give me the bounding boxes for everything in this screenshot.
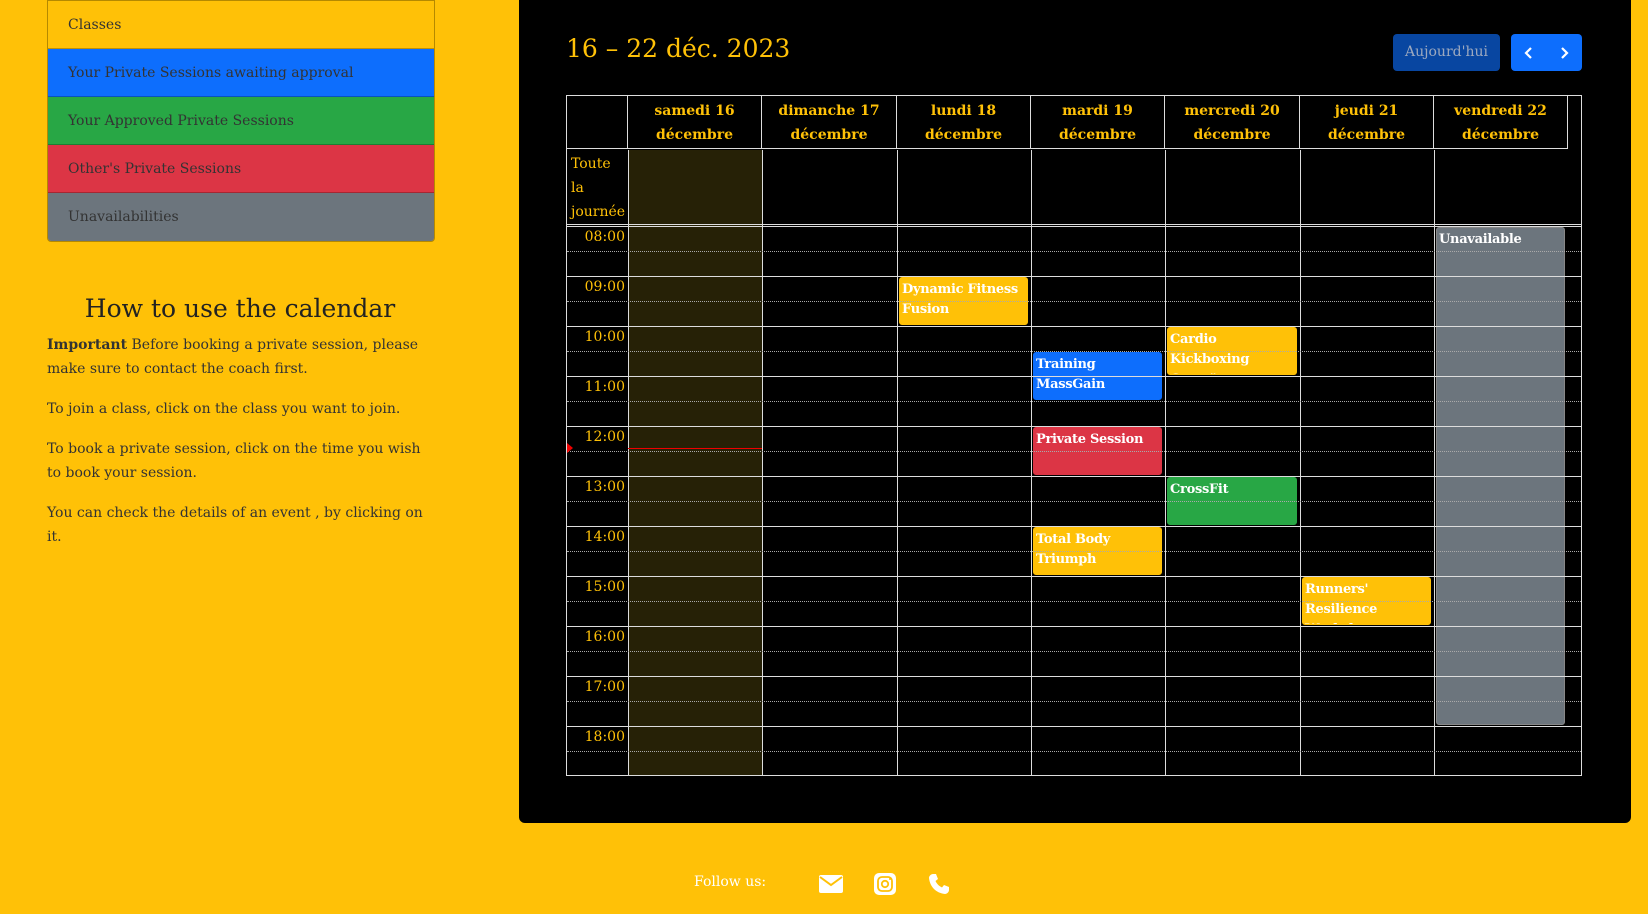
next-week-button[interactable] <box>1547 34 1583 71</box>
today-button[interactable]: Aujourd'hui <box>1393 34 1500 71</box>
howto-book-session: To book a private session, click on the … <box>47 441 421 481</box>
howto-section: How to use the calendar Important Before… <box>47 290 433 565</box>
day-header: jeudi 21 décembre <box>1300 96 1434 149</box>
time-label: 15:00 <box>584 579 625 595</box>
all-day-divider <box>567 224 1581 225</box>
half-hour-line <box>567 651 1581 652</box>
hour-line <box>567 726 1581 727</box>
hour-line <box>567 626 1581 627</box>
week-grid: samedi 16 décembre dimanche 17 décembre … <box>566 95 1582 776</box>
follow-us-label: Follow us: <box>694 874 767 890</box>
half-hour-line <box>567 451 1581 452</box>
instagram-icon[interactable] <box>872 872 898 896</box>
hour-line <box>567 576 1581 577</box>
day-header: mardi 19 décembre <box>1031 96 1165 149</box>
legend-item-unavailabilities: Unavailabilities <box>48 193 434 241</box>
time-label: 10:00 <box>584 329 625 345</box>
time-label: 14:00 <box>584 529 625 545</box>
header-corner <box>567 96 628 149</box>
half-hour-line <box>567 251 1581 252</box>
nav-button-group <box>1511 34 1582 71</box>
half-hour-line <box>567 351 1581 352</box>
hour-line <box>567 376 1581 377</box>
legend-item-awaiting-approval: Your Private Sessions awaiting approval <box>48 49 434 97</box>
time-label: 17:00 <box>584 679 625 695</box>
day-header: mercredi 20 décembre <box>1165 96 1300 149</box>
day-header: samedi 16 décembre <box>628 96 762 149</box>
legend-item-classes: Classes <box>48 1 434 49</box>
howto-join-class: To join a class, click on the class you … <box>47 401 401 417</box>
calendar-panel: 16 – 22 déc. 2023 Aujourd'hui samedi 16 … <box>519 0 1631 823</box>
time-label: 09:00 <box>584 279 625 295</box>
legend-item-approved: Your Approved Private Sessions <box>48 97 434 145</box>
chevron-left-icon <box>1524 46 1532 59</box>
grid-column-line <box>1300 150 1301 775</box>
time-label: 11:00 <box>584 379 625 395</box>
current-time-line <box>628 448 762 449</box>
hour-line <box>567 676 1581 677</box>
all-day-divider <box>567 226 1581 227</box>
time-label: 12:00 <box>584 429 625 445</box>
hour-line <box>567 526 1581 527</box>
time-label: 16:00 <box>584 629 625 645</box>
grid-column-line <box>628 150 629 775</box>
half-hour-line <box>567 601 1581 602</box>
grid-column-line <box>1031 150 1032 775</box>
legend-item-others-private: Other's Private Sessions <box>48 145 434 193</box>
footer: Follow us: <box>0 872 1648 896</box>
important-label: Important <box>47 337 128 353</box>
half-hour-line <box>567 501 1581 502</box>
calendar-legend: Classes Your Private Sessions awaiting a… <box>47 0 435 242</box>
day-header: vendredi 22 décembre <box>1434 96 1568 149</box>
half-hour-line <box>567 701 1581 702</box>
time-label: 13:00 <box>584 479 625 495</box>
day-header: lundi 18 décembre <box>897 96 1031 149</box>
grid-column-line <box>762 150 763 775</box>
time-label: 08:00 <box>584 229 625 245</box>
chevron-right-icon <box>1561 46 1569 59</box>
grid-column-line <box>897 150 898 775</box>
howto-title: How to use the calendar <box>84 294 396 323</box>
grid-column-line <box>1165 150 1166 775</box>
howto-important: Important Before booking a private sessi… <box>47 333 433 381</box>
time-label: 18:00 <box>584 729 625 745</box>
day-header: dimanche 17 décembre <box>762 96 897 149</box>
all-day-label: Toute la journée <box>571 156 626 220</box>
current-time-arrow <box>567 443 573 453</box>
hour-line <box>567 476 1581 477</box>
grid-column-line <box>1434 150 1435 775</box>
today-column-highlight <box>628 150 762 775</box>
half-hour-line <box>567 301 1581 302</box>
prev-week-button[interactable] <box>1511 34 1547 71</box>
hour-line <box>567 426 1581 427</box>
phone-icon[interactable] <box>926 872 952 896</box>
calendar-title: 16 – 22 déc. 2023 <box>566 34 791 63</box>
hour-line <box>567 276 1581 277</box>
half-hour-line <box>567 401 1581 402</box>
half-hour-line <box>567 551 1581 552</box>
half-hour-line <box>567 751 1581 752</box>
envelope-icon[interactable] <box>818 872 844 896</box>
hour-line <box>567 326 1581 327</box>
howto-details: You can check the details of an event , … <box>47 505 423 545</box>
